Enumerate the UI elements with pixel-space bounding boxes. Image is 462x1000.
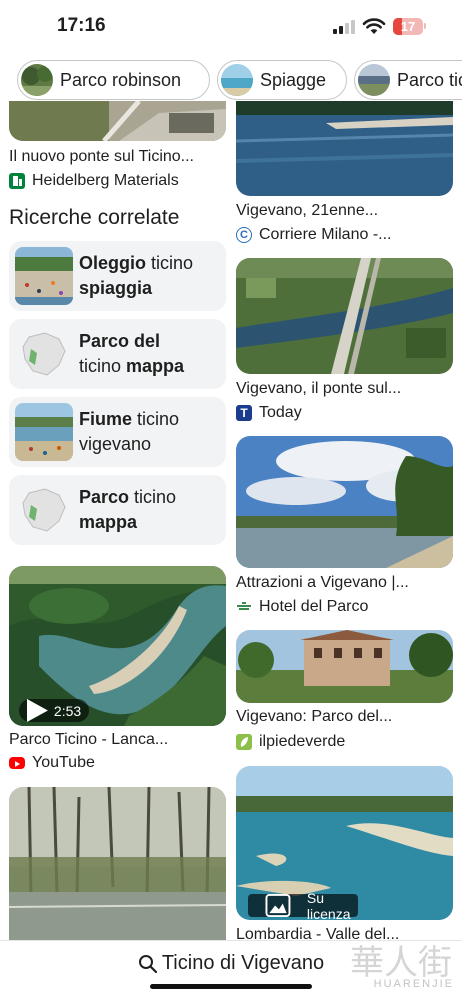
cellular-signal-icon <box>333 20 357 34</box>
ilpiedeverde-logo-icon <box>236 734 252 750</box>
play-icon <box>27 699 48 722</box>
result-source-name: Heidelberg Materials <box>32 172 179 189</box>
result-image-bridge[interactable] <box>236 258 453 374</box>
related-search-item[interactable]: Parco ticino mappa <box>9 475 226 545</box>
related-search-item[interactable]: Parco del ticino mappa <box>9 319 226 389</box>
heidelberg-logo-icon <box>9 173 25 189</box>
result-image-river-clouds[interactable] <box>236 436 453 568</box>
chip-parco-robinson[interactable]: Parco robinson <box>17 60 210 100</box>
chip-thumbnail <box>358 64 390 96</box>
result-source-name: Hotel del Parco <box>259 598 369 615</box>
watermark-url: HUARENJIE <box>373 978 454 990</box>
chip-thumbnail <box>221 64 253 96</box>
result-source[interactable]: T Today <box>236 404 302 422</box>
result-source[interactable]: ilpiedeverde <box>236 733 345 751</box>
map-thumbnail <box>15 325 73 383</box>
youtube-logo-icon <box>9 757 25 769</box>
result-title[interactable]: Vigevano: Parco del... <box>236 708 453 726</box>
search-query: Ticino di Vigevano <box>161 952 325 974</box>
chip-label: Parco robinson <box>60 69 182 90</box>
chip-parco-ticino[interactable]: Parco ticino <box>354 60 462 100</box>
related-search-label: Fiume ticino vigevano <box>79 409 180 454</box>
result-source[interactable]: Hotel del Parco <box>236 598 368 616</box>
related-search-thumbnail <box>15 403 73 461</box>
result-source-name: Today <box>259 404 302 421</box>
wifi-icon <box>362 17 386 35</box>
chip-label: Parco ticino <box>397 69 462 90</box>
status-time: 17:16 <box>57 15 106 36</box>
battery-level: 17 <box>400 19 416 34</box>
chip-label: Spiagge <box>260 69 327 90</box>
result-title[interactable]: Attrazioni a Vigevano |... <box>236 574 453 592</box>
result-source[interactable]: YouTube <box>9 754 95 772</box>
chip-spiagge[interactable]: Spiagge <box>217 60 347 100</box>
result-title[interactable]: Vigevano, 21enne... <box>236 202 453 220</box>
chip-thumbnail <box>21 64 53 96</box>
status-bar: 17:16 17 <box>0 0 462 56</box>
suggestion-chips: Parco robinson Spiagge Parco ticino <box>0 60 462 106</box>
related-search-label: Oleggio ticino spiaggia <box>79 253 194 298</box>
result-title[interactable]: Il nuovo ponte sul Ticino... <box>9 148 226 166</box>
image-icon <box>265 894 291 917</box>
result-image-river-valley[interactable]: Su licenza <box>236 766 453 920</box>
related-search-label: Parco ticino mappa <box>79 487 177 532</box>
today-logo-icon: T <box>236 405 252 421</box>
result-image-ponte-ticino[interactable] <box>9 101 226 141</box>
video-duration-badge: 2:53 <box>19 699 90 722</box>
result-source[interactable]: C Corriere Milano -... <box>236 226 391 244</box>
result-image-villa[interactable] <box>236 630 453 703</box>
corriere-logo-icon: C <box>236 227 252 243</box>
related-search-item[interactable]: Fiume ticino vigevano <box>9 397 226 467</box>
result-source-name: Corriere Milano -... <box>259 226 392 243</box>
related-search-item[interactable]: Oleggio ticino spiaggia <box>9 241 226 311</box>
result-title[interactable]: Parco Ticino - Lanca... <box>9 731 226 749</box>
result-source-name: ilpiedeverde <box>259 733 346 750</box>
video-thumbnail[interactable]: 2:53 <box>9 566 226 726</box>
related-search-label: Parco del ticino mappa <box>79 331 185 376</box>
result-image-river[interactable] <box>236 101 453 196</box>
watermark: 華人街 HUARENJIE <box>318 930 462 1000</box>
result-source-name: YouTube <box>32 754 95 771</box>
result-image-forest-marsh[interactable] <box>9 787 226 940</box>
result-title[interactable]: Vigevano, il ponte sul... <box>236 380 453 398</box>
hotel-logo-icon <box>236 599 252 615</box>
related-searches-heading: Ricerche correlate <box>9 206 180 229</box>
license-badge[interactable]: Su licenza <box>248 890 358 920</box>
result-source[interactable]: Heidelberg Materials <box>9 172 179 190</box>
watermark-logo: 華人街 <box>350 943 452 983</box>
related-search-thumbnail <box>15 247 73 305</box>
map-thumbnail <box>15 481 73 539</box>
battery-icon: 17 <box>393 18 423 35</box>
home-indicator[interactable] <box>150 984 312 989</box>
search-icon <box>138 954 157 973</box>
